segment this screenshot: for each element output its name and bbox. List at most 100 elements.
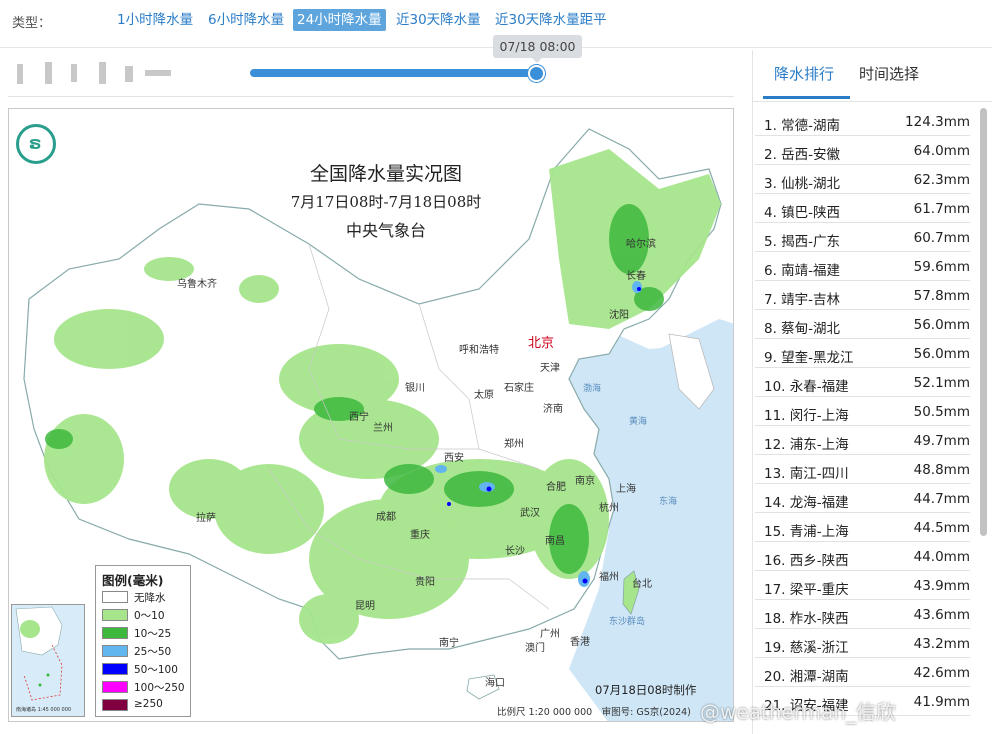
city-label: 郑州 <box>504 439 524 450</box>
city-label: 西宁 <box>349 412 369 423</box>
ranking-row[interactable]: 19. 慈溪-浙江 43.2mm <box>755 630 970 658</box>
city-label: 太原 <box>474 390 494 401</box>
city-label: 长沙 <box>505 546 525 557</box>
station-name: 8. 蔡甸-湖北 <box>764 321 841 337</box>
time-tooltip: 07/18 08:00 <box>493 35 582 63</box>
city-label: 广州 <box>540 629 560 640</box>
station-name: 13. 南江-四川 <box>764 466 849 482</box>
city-label: 乌鲁木齐 <box>177 279 217 290</box>
ranking-row[interactable]: 20. 湘潭-湖南 42.6mm <box>755 659 970 687</box>
city-label: 合肥 <box>546 482 566 493</box>
ranking-row[interactable]: 16. 西乡-陕西 44.0mm <box>755 543 970 571</box>
tab-1h-precip[interactable]: 1小时降水量 <box>113 9 197 31</box>
legend-swatch <box>102 663 128 675</box>
ranking-scrollbar[interactable] <box>980 108 987 536</box>
station-name: 7. 靖宇-吉林 <box>764 292 841 308</box>
city-label: 台北 <box>632 579 652 590</box>
city-label: 呼和浩特 <box>459 345 499 356</box>
ranking-row[interactable]: 7. 靖宇-吉林 57.8mm <box>755 282 970 310</box>
station-name: 20. 湘潭-湖南 <box>764 669 849 685</box>
legend-label: 0～10 <box>134 610 165 622</box>
time-slider-handle[interactable] <box>528 65 545 82</box>
legend-swatch <box>102 627 128 639</box>
station-name: 3. 仙桃-湖北 <box>764 176 841 192</box>
ranking-row[interactable]: 3. 仙桃-湖北 62.3mm <box>755 166 970 194</box>
city-label: 武汉 <box>520 508 540 519</box>
ranking-row[interactable]: 12. 浦东-上海 49.7mm <box>755 427 970 455</box>
city-label: 香港 <box>570 637 590 648</box>
ranking-row[interactable]: 11. 闵行-上海 50.5mm <box>755 398 970 426</box>
precip-value: 44.0mm <box>913 549 970 565</box>
ranking-row[interactable]: 13. 南江-四川 48.8mm <box>755 456 970 484</box>
tab-30d-anomaly[interactable]: 近30天降水量距平 <box>491 9 611 31</box>
ranking-row[interactable]: 8. 蔡甸-湖北 56.0mm <box>755 311 970 339</box>
station-name: 5. 揭西-广东 <box>764 234 841 250</box>
legend-label: 100～250 <box>134 682 185 694</box>
city-label: 石家庄 <box>504 383 534 394</box>
precip-value: 44.7mm <box>913 491 970 507</box>
precip-value: 124.3mm <box>905 114 970 130</box>
tab-30d-precip[interactable]: 近30天降水量 <box>392 9 485 31</box>
station-name: 17. 梁平-重庆 <box>764 582 849 598</box>
tab-time-select[interactable]: 时间选择 <box>859 63 919 84</box>
city-label: 成都 <box>376 512 396 523</box>
precip-value: 59.6mm <box>913 259 970 275</box>
precip-value: 43.6mm <box>913 607 970 623</box>
precip-value: 48.8mm <box>913 462 970 478</box>
city-label-capital: 北京 <box>528 336 555 351</box>
ranking-row[interactable]: 9. 望奎-黑龙江 56.0mm <box>755 340 970 368</box>
blurred-logo <box>17 62 171 84</box>
ranking-row[interactable]: 5. 揭西-广东 60.7mm <box>755 224 970 252</box>
ranking-row[interactable]: 15. 青浦-上海 44.5mm <box>755 514 970 542</box>
precipitation-map: ຣ 全国降水量实况图 7月17日08时-7月18日08时 中央气象台 乌鲁木齐 … <box>8 108 734 722</box>
tab-24h-precip[interactable]: 24小时降水量 <box>293 9 386 31</box>
ranking-row[interactable]: 1. 常德-湖南 124.3mm <box>755 108 970 136</box>
legend-label: ≥250 <box>134 698 163 710</box>
divider <box>8 96 734 97</box>
ranking-row[interactable]: 6. 南靖-福建 59.6mm <box>755 253 970 281</box>
ranking-row[interactable]: 4. 镇巴-陕西 61.7mm <box>755 195 970 223</box>
sea-label: 东沙群岛 <box>609 617 646 627</box>
tab-precip-ranking[interactable]: 降水排行 <box>774 63 834 84</box>
precip-value: 41.9mm <box>913 694 970 710</box>
sea-label: 黄海 <box>629 417 648 427</box>
legend-swatch <box>102 591 128 603</box>
city-label: 上海 <box>616 484 636 495</box>
city-label: 海口 <box>485 678 505 689</box>
ranking-row[interactable]: 14. 龙海-福建 44.7mm <box>755 485 970 513</box>
station-name: 14. 龙海-福建 <box>764 495 849 511</box>
city-label: 西安 <box>444 453 464 464</box>
map-title: 全国降水量实况图 <box>309 163 462 185</box>
city-label: 重庆 <box>410 530 430 541</box>
precip-value: 61.7mm <box>913 201 970 217</box>
city-label: 贵阳 <box>415 577 435 588</box>
city-label: 南京 <box>575 476 595 487</box>
legend-swatch <box>102 609 128 621</box>
city-label: 银川 <box>405 383 425 394</box>
legend-label: 10～25 <box>134 628 172 640</box>
station-name: 4. 镇巴-陕西 <box>764 205 841 221</box>
precip-value: 42.6mm <box>913 665 970 681</box>
ranking-row[interactable]: 10. 永春-福建 52.1mm <box>755 369 970 397</box>
ranking-row[interactable]: 18. 柞水-陕西 43.6mm <box>755 601 970 629</box>
precip-value: 56.0mm <box>913 317 970 333</box>
ranking-row[interactable]: 2. 岳西-安徽 64.0mm <box>755 137 970 165</box>
city-label: 哈尔滨 <box>626 239 656 250</box>
station-name: 15. 青浦-上海 <box>764 524 849 540</box>
tab-6h-precip[interactable]: 6小时降水量 <box>204 9 288 31</box>
city-label: 济南 <box>543 404 563 415</box>
time-slider-track[interactable] <box>250 69 539 77</box>
precip-value: 57.8mm <box>913 288 970 304</box>
ranking-row[interactable]: 17. 梁平-重庆 43.9mm <box>755 572 970 600</box>
precip-value: 52.1mm <box>913 375 970 391</box>
station-name: 6. 南靖-福建 <box>764 263 841 279</box>
sea-label: 渤海 <box>583 384 602 394</box>
station-name: 19. 慈溪-浙江 <box>764 640 849 656</box>
inset-map-graphic <box>15 606 63 701</box>
legend-label: 25～50 <box>134 646 172 658</box>
precip-value: 43.2mm <box>913 636 970 652</box>
station-name: 18. 柞水-陕西 <box>764 611 849 627</box>
city-label: 南宁 <box>439 638 459 649</box>
inset-label: 南海诸岛 1:45 000 000 <box>16 707 72 713</box>
city-label: 杭州 <box>599 503 619 514</box>
